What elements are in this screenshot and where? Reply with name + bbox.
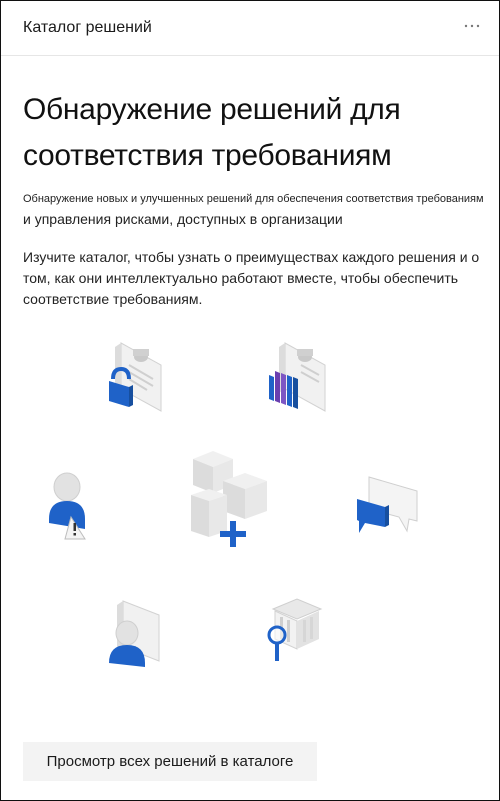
- chat-bubbles-icon: [357, 476, 418, 533]
- solution-catalog-card: Каталог решений Обнаружение решений для …: [0, 0, 500, 801]
- document-user-icon: [109, 600, 160, 667]
- intro-text: Обнаружение новых и улучшенных решений д…: [23, 189, 493, 229]
- document-lock-icon: [109, 342, 162, 412]
- intro-line-2: и управления рисками, доступных в органи…: [23, 211, 343, 227]
- card-header: Каталог решений: [1, 1, 499, 56]
- document-books-icon: [269, 342, 326, 412]
- description-text: Изучите каталог, чтобы узнать о преимуще…: [23, 249, 480, 307]
- building-search-icon: [267, 598, 323, 661]
- view-all-solutions-button[interactable]: Просмотр всех решений в каталоге: [23, 742, 317, 781]
- user-warning-icon: [49, 472, 86, 540]
- more-options-button[interactable]: [459, 13, 485, 39]
- intro-line-1: Обнаружение новых и улучшенных решений д…: [23, 193, 484, 205]
- hero-title: Обнаружение решений для соответствия тре…: [23, 93, 401, 172]
- more-horizontal-icon: [464, 24, 480, 28]
- cubes-add-icon: [191, 451, 267, 547]
- card-title: Каталог решений: [23, 19, 152, 36]
